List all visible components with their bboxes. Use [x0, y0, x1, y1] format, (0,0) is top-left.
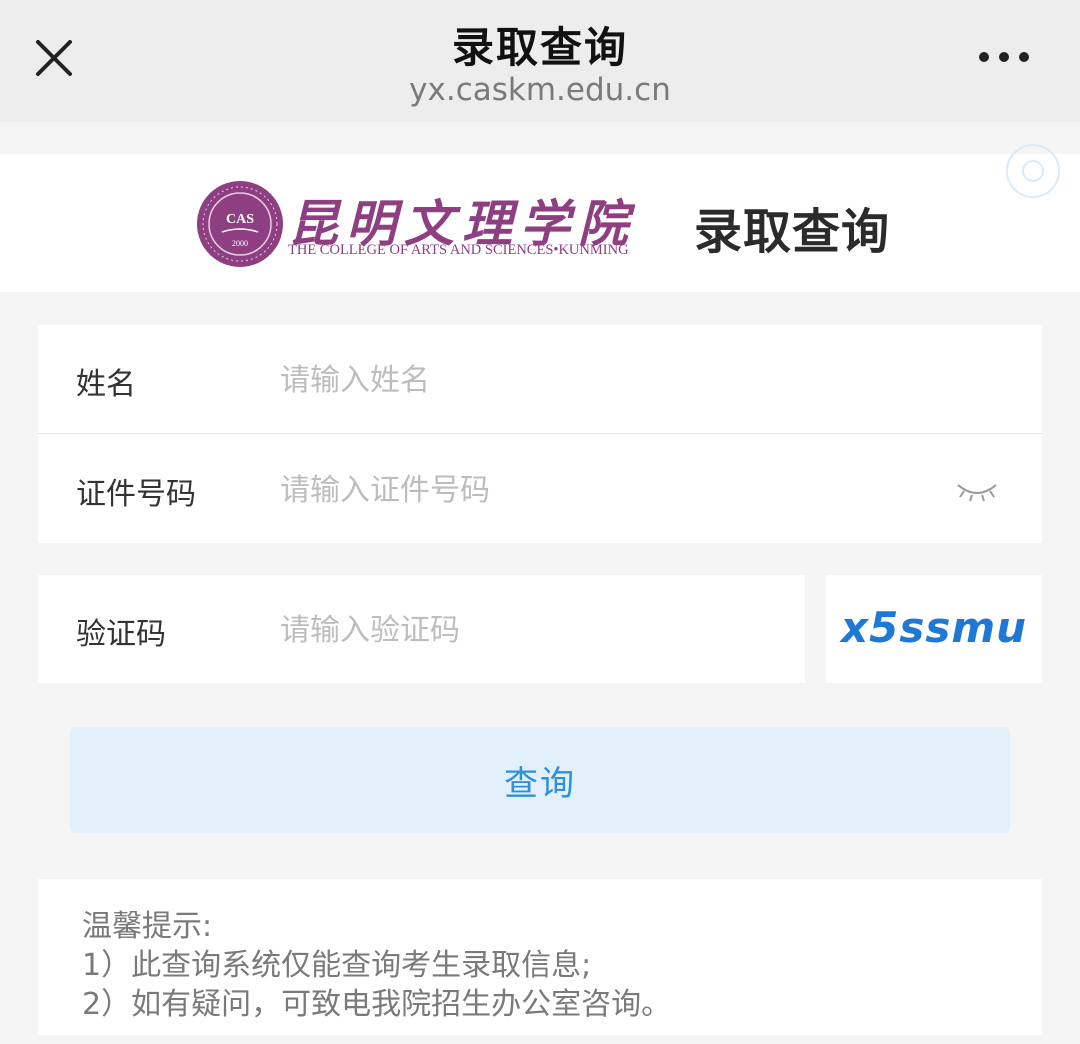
school-seal-logo: CAS 2000: [196, 180, 284, 268]
form-card: 姓名 证件号码: [38, 325, 1042, 543]
captcha-input[interactable]: [278, 595, 782, 665]
id-label: 证件号码: [76, 477, 196, 512]
eye-closed-icon[interactable]: [954, 479, 1000, 503]
floating-circle-icon[interactable]: [1004, 142, 1062, 200]
nav-url: yx.caskm.edu.cn: [409, 72, 671, 108]
top-navbar: 录取查询 yx.caskm.edu.cn: [0, 0, 1080, 122]
name-input[interactable]: [278, 345, 942, 415]
captcha-row: 验证码: [38, 575, 805, 683]
tip-line: 2）如有疑问，可致电我院招生办公室咨询。: [82, 987, 672, 1022]
captcha-image[interactable]: x5ssmu: [826, 575, 1042, 683]
captcha-code: x5ssmu: [841, 603, 1027, 652]
captcha-label: 验证码: [76, 617, 166, 652]
tips-panel: 温馨提示: 1）此查询系统仅能查询考生录取信息; 2）如有疑问，可致电我院招生办…: [38, 879, 1042, 1035]
page-title: 录取查询: [694, 204, 891, 260]
more-icon[interactable]: [972, 40, 1036, 74]
id-number-input[interactable]: [278, 455, 942, 525]
header-banner: CAS 2000 昆明文理学院 THE COLLEGE OF ARTS AND …: [0, 154, 1080, 292]
name-label: 姓名: [76, 367, 136, 402]
svg-text:2000: 2000: [232, 239, 248, 248]
name-row: 姓名: [38, 325, 1042, 434]
query-button[interactable]: 查询: [70, 727, 1010, 833]
svg-text:CAS: CAS: [226, 212, 254, 227]
tips-title: 温馨提示:: [82, 909, 213, 944]
school-name-en: THE COLLEGE OF ARTS AND SCIENCES•KUNMING: [288, 242, 629, 258]
tip-line: 1）此查询系统仅能查询考生录取信息;: [82, 948, 592, 983]
nav-title: 录取查询: [451, 23, 628, 72]
id-row: 证件号码: [38, 435, 1042, 543]
